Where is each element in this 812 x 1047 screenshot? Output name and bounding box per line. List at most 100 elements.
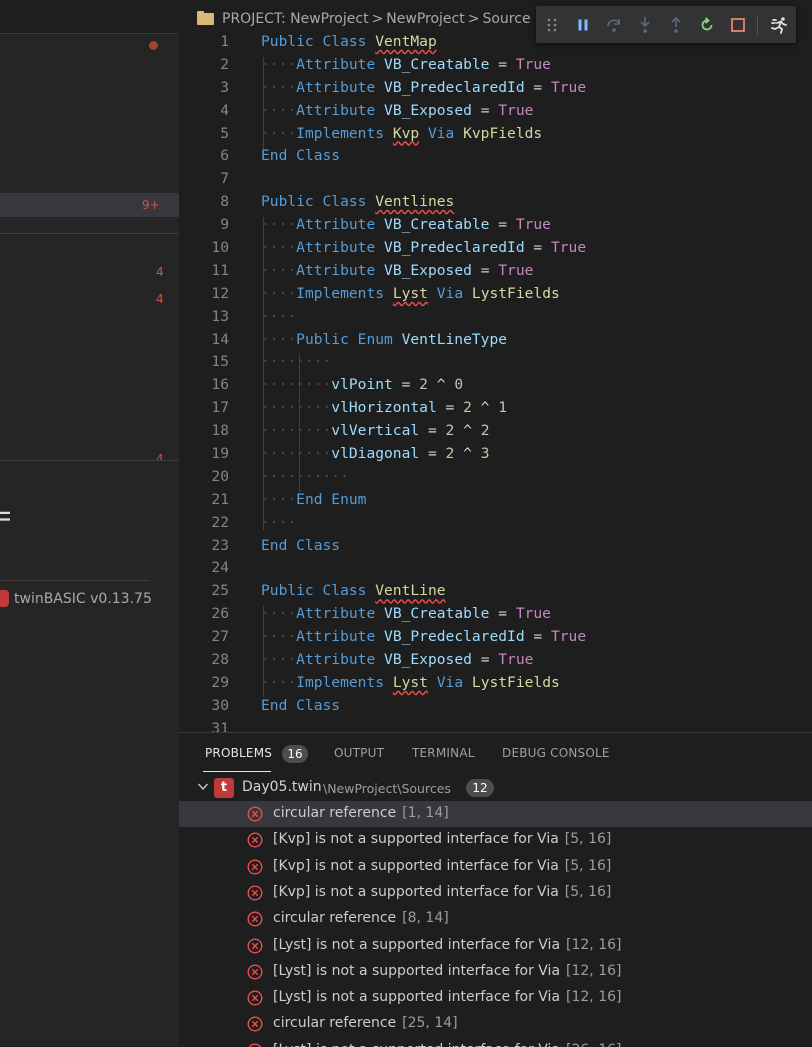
problem-location: [12, 16]: [566, 936, 622, 953]
problem-message: circular reference [8, 14]: [273, 910, 449, 926]
code-line[interactable]: 5 ····Implements Kvp Via KvpFields: [179, 123, 812, 146]
problem-text: circular reference: [273, 805, 397, 821]
code-line[interactable]: 10 ····Attribute VB_PredeclaredId = True: [179, 237, 812, 260]
problem-text: [Kvp] is not a supported interface for V…: [273, 857, 559, 874]
code-lines[interactable]: 1 Public Class VentMap 2 ····Attribute VB_C…: [179, 31, 812, 732]
problem-location: [26, 16]: [566, 1042, 621, 1047]
breadcrumb-separator: >: [371, 11, 384, 27]
line-content: ········vlVertical = 2 ^ 2: [261, 420, 489, 443]
code-line[interactable]: 28 ····Attribute VB_Exposed = True: [179, 649, 812, 672]
code-token: Attribute: [296, 78, 385, 96]
code-line[interactable]: 26 ····Attribute VB_Creatable = True: [179, 603, 812, 626]
line-content: ····Attribute VB_Creatable = True: [261, 214, 551, 237]
code-token: 0: [454, 376, 464, 394]
problem-item[interactable]: [Kvp] is not a supported interface for V…: [179, 880, 812, 906]
line-number: 1: [220, 33, 229, 50]
line-content: ····Attribute VB_PredeclaredId = True: [261, 77, 586, 100]
code-line[interactable]: 8 Public Class Ventlines: [179, 191, 812, 214]
problem-item[interactable]: [Lyst] is not a supported interface for …: [179, 933, 812, 959]
problem-item[interactable]: [Lyst] is not a supported interface for …: [179, 985, 812, 1011]
code-line[interactable]: 30 End Class: [179, 695, 812, 718]
code-line[interactable]: 6 End Class: [179, 145, 812, 168]
code-token: Attribute: [296, 216, 385, 234]
problem-message: [Kvp] is not a supported interface for V…: [273, 831, 611, 847]
code-token: =: [489, 216, 516, 234]
extension-version-label: twinBASIC v0.13.75: [14, 590, 152, 607]
error-icon: [247, 964, 263, 980]
code-token: VentLineType: [401, 330, 508, 348]
tab-terminal[interactable]: TERMINAL: [412, 746, 475, 760]
problem-text: [Kvp] is not a supported interface for V…: [273, 831, 559, 848]
line-content: ····Attribute VB_PredeclaredId = True: [261, 237, 586, 260]
code-token: Public Class: [261, 582, 376, 600]
line-number: 25: [211, 582, 229, 600]
chevron-down-icon[interactable]: [197, 782, 209, 792]
line-number: 15: [211, 353, 229, 371]
tab-problems[interactable]: PROBLEMS: [205, 746, 272, 760]
code-line[interactable]: 4 ····Attribute VB_Exposed = True: [179, 100, 812, 123]
code-line[interactable]: 22 ····: [179, 512, 812, 535]
code-token: True: [515, 605, 551, 623]
code-line[interactable]: 11 ····Attribute VB_Exposed = True: [179, 260, 812, 283]
code-line[interactable]: 15 ········: [179, 351, 812, 374]
code-line[interactable]: 23 End Class: [179, 535, 812, 558]
code-token: VB_Exposed: [384, 261, 472, 279]
code-editor[interactable]: PROJECT: NewProject > NewProject > Sourc…: [179, 0, 812, 732]
breadcrumb-item[interactable]: NewProject: [386, 11, 464, 27]
line-number: 27: [211, 628, 229, 646]
code-line[interactable]: 1 Public Class VentMap: [179, 31, 812, 54]
code-token: LystFields: [471, 284, 560, 302]
code-token: ^: [454, 422, 481, 440]
tab-debug-console[interactable]: DEBUG CONSOLE: [502, 746, 610, 760]
code-line[interactable]: 9 ····Attribute VB_Creatable = True: [179, 214, 812, 237]
problem-item[interactable]: [Kvp] is not a supported interface for V…: [179, 854, 812, 880]
code-token: ····: [261, 284, 297, 302]
code-line[interactable]: 2 ····Attribute VB_Creatable = True: [179, 54, 812, 77]
problem-item[interactable]: circular reference [8, 14]: [179, 906, 812, 932]
code-line[interactable]: 25 Public Class VentLine: [179, 580, 812, 603]
sidebar-header: [0, 0, 179, 33]
code-line[interactable]: 17 ········vlHorizontal = 2 ^ 1: [179, 397, 812, 420]
code-line[interactable]: 14 ····Public Enum VentLineType: [179, 329, 812, 352]
code-line[interactable]: 31: [179, 718, 812, 732]
problem-item[interactable]: [Lyst] is not a supported interface for …: [179, 959, 812, 985]
code-line[interactable]: 21 ····End Enum: [179, 489, 812, 512]
code-token: =: [419, 445, 446, 463]
problem-location: [12, 16]: [566, 989, 622, 1006]
line-content: Public Class VentLine: [261, 580, 446, 603]
problem-location: [5, 16]: [564, 857, 612, 874]
code-token-error: VentMap: [375, 33, 437, 50]
code-token: VB_Creatable: [384, 216, 490, 234]
line-number: 18: [211, 422, 229, 440]
code-line[interactable]: 13 ····: [179, 306, 812, 329]
problem-item[interactable]: [Kvp] is not a supported interface for V…: [179, 827, 812, 853]
line-number: 16: [211, 376, 229, 394]
code-line[interactable]: 27 ····Attribute VB_PredeclaredId = True: [179, 626, 812, 649]
code-line[interactable]: 7: [179, 168, 812, 191]
code-line[interactable]: 29 ····Implements Lyst Via LystFields: [179, 672, 812, 695]
code-token-error: Kvp: [392, 124, 420, 142]
line-number: 28: [211, 651, 229, 669]
line-number: 22: [211, 513, 229, 531]
code-line[interactable]: 12 ····Implements Lyst Via LystFields: [179, 283, 812, 306]
code-line[interactable]: 19 ········vlDiagonal = 2 ^ 3: [179, 443, 812, 466]
code-line[interactable]: 20 ··········: [179, 466, 812, 489]
code-token: Attribute: [296, 239, 385, 257]
problem-item[interactable]: circular reference [25, 14]: [179, 1011, 812, 1037]
code-line[interactable]: 16 ········vlPoint = 2 ^ 0: [179, 374, 812, 397]
collapse-arrows-icon[interactable]: ⇇: [0, 498, 11, 531]
code-line[interactable]: 18 ········vlVertical = 2 ^ 2: [179, 420, 812, 443]
problem-file-group[interactable]: t Day05.twin \NewProject\Sources 12: [179, 775, 812, 800]
code-token: =: [524, 78, 551, 96]
code-token: ········: [261, 399, 332, 417]
code-token: True: [550, 628, 587, 646]
tab-output[interactable]: OUTPUT: [334, 746, 384, 760]
code-line[interactable]: 24: [179, 557, 812, 580]
code-line[interactable]: 3 ····Attribute VB_PredeclaredId = True: [179, 77, 812, 100]
breadcrumb-item[interactable]: PROJECT: NewProject: [222, 11, 369, 27]
breadcrumb-item[interactable]: Source: [482, 11, 530, 27]
code-token: 2: [419, 376, 428, 394]
problem-item[interactable]: circular reference [1, 14]: [179, 801, 812, 827]
error-icon: [247, 859, 263, 875]
line-number: 24: [211, 559, 229, 577]
